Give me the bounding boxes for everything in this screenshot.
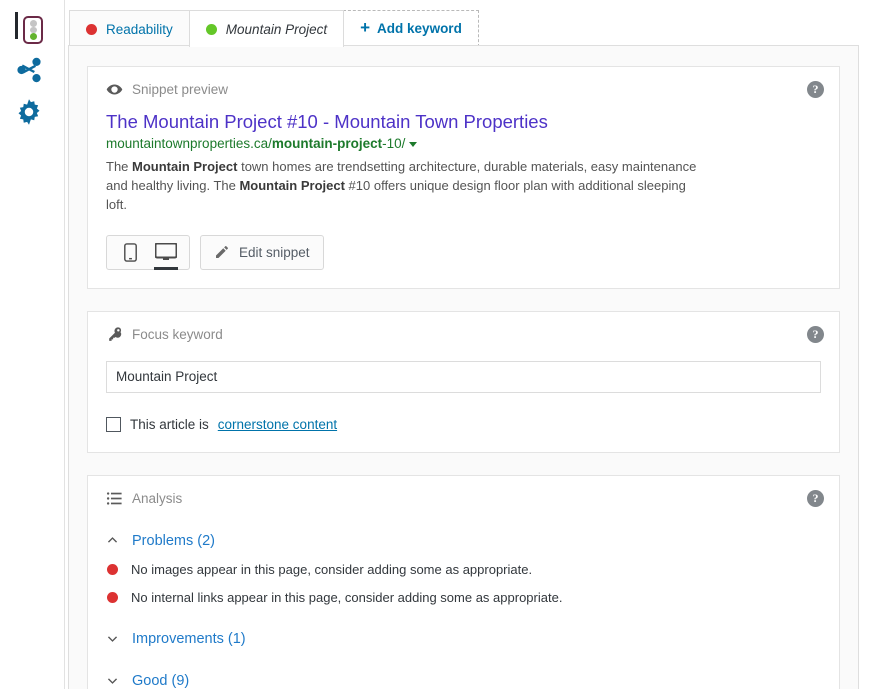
- analysis-section-good[interactable]: Good (9): [106, 673, 821, 689]
- edit-snippet-label: Edit snippet: [239, 244, 310, 260]
- keyword-score-dot: [205, 23, 217, 35]
- tab-add-keyword[interactable]: + Add keyword: [343, 10, 479, 47]
- snippet-actions: Edit snippet: [106, 234, 821, 270]
- snippet-url-suffix: -10/: [382, 136, 406, 152]
- cornerstone-content-link[interactable]: cornerstone content: [218, 417, 337, 432]
- plus-icon: +: [360, 18, 371, 37]
- eye-icon: [106, 81, 123, 98]
- cornerstone-row: This article is cornerstone content: [106, 416, 821, 432]
- tab-mountain-project[interactable]: Mountain Project: [188, 10, 345, 47]
- analysis-issue: No images appear in this page, consider …: [106, 562, 821, 577]
- chevron-up-icon: [106, 534, 119, 547]
- traffic-light-dot-middle: [29, 26, 37, 34]
- share-icon[interactable]: [14, 55, 44, 90]
- list-icon: [106, 490, 123, 507]
- snippet-title[interactable]: The Mountain Project #10 - Mountain Town…: [106, 110, 821, 133]
- desktop-icon[interactable]: [150, 239, 182, 270]
- device-toggle-group: [106, 234, 190, 270]
- edit-snippet-button[interactable]: Edit snippet: [200, 234, 324, 270]
- analysis-help-icon[interactable]: ?: [807, 489, 824, 507]
- snippet-help-icon[interactable]: ?: [807, 81, 824, 98]
- traffic-light-dot-bottom: [29, 33, 37, 41]
- snippet-preview-header: Snippet preview: [106, 81, 821, 98]
- metabox-content: ? Snippet preview The Mountain Project #…: [68, 45, 859, 689]
- focus-keyword-header: Focus keyword: [106, 326, 821, 343]
- focus-keyword-help-icon[interactable]: ?: [807, 325, 824, 343]
- chevron-down-icon: [106, 632, 119, 645]
- yoast-seo-metabox: Readability Mountain Project + Add keywo…: [0, 0, 883, 689]
- analysis-section-good-label: Good (9): [132, 672, 190, 689]
- snippet-url-domain: mountaintownproperties.ca/: [106, 136, 272, 152]
- snippet-url-slug: mountain-project: [271, 136, 383, 152]
- sidebar-item-seo-score[interactable]: [0, 9, 64, 51]
- focus-keyword-card: ? Focus keyword This article is cornerst…: [87, 310, 840, 453]
- gear-icon[interactable]: [14, 97, 44, 132]
- analysis-section-improvements-label: Improvements (1): [132, 630, 246, 647]
- pencil-icon: [214, 244, 230, 260]
- tab-readability-label: Readability: [106, 21, 173, 37]
- snippet-preview-card: ? Snippet preview The Mountain Project #…: [87, 66, 840, 289]
- chevron-down-icon: [106, 674, 119, 687]
- sidebar-icon-rail: [0, 0, 65, 689]
- analysis-issue: No internal links appear in this page, c…: [106, 590, 821, 605]
- analysis-header: Analysis: [106, 490, 821, 507]
- focus-keyword-input[interactable]: [106, 360, 821, 393]
- analysis-section-problems[interactable]: Problems (2): [106, 533, 821, 549]
- chevron-down-icon[interactable]: [409, 142, 418, 148]
- keyword-tabs: Readability Mountain Project + Add keywo…: [65, 0, 883, 47]
- seo-score-traffic-light-icon[interactable]: [23, 16, 43, 44]
- issue-severity-dot: [107, 563, 118, 575]
- active-indicator-bar: [15, 12, 18, 39]
- readability-score-dot: [86, 23, 97, 35]
- cornerstone-checkbox[interactable]: [106, 416, 121, 432]
- desc-keyword-2: Mountain Project: [239, 178, 345, 194]
- analysis-issue-text: No internal links appear in this page, c…: [131, 589, 563, 605]
- analysis-title: Analysis: [132, 490, 183, 506]
- key-icon: [106, 326, 123, 343]
- snippet-preview-title: Snippet preview: [132, 82, 229, 97]
- snippet-url[interactable]: mountaintownproperties.ca/mountain-proje…: [106, 135, 821, 154]
- mobile-icon[interactable]: [114, 239, 146, 266]
- snippet-description[interactable]: The Mountain Project town homes are tren…: [106, 157, 706, 215]
- main-column: Readability Mountain Project + Add keywo…: [65, 0, 883, 689]
- desc-keyword-1: Mountain Project: [132, 159, 238, 175]
- cornerstone-label: This article is: [130, 416, 209, 432]
- analysis-section-problems-label: Problems (2): [132, 532, 215, 549]
- desc-part-1: The: [106, 159, 133, 175]
- focus-keyword-title: Focus keyword: [132, 326, 223, 342]
- analysis-issue-text: No images appear in this page, consider …: [131, 561, 533, 577]
- tab-readability[interactable]: Readability: [69, 10, 190, 47]
- sidebar-item-settings[interactable]: [0, 93, 64, 135]
- tab-add-keyword-label: Add keyword: [377, 21, 462, 36]
- issue-severity-dot: [107, 591, 118, 603]
- traffic-light-dot-top: [29, 20, 37, 27]
- tab-mountain-project-label: Mountain Project: [225, 21, 328, 37]
- analysis-card: ? Analysis Problems (2) No images appear…: [87, 474, 840, 689]
- analysis-section-improvements[interactable]: Improvements (1): [106, 631, 821, 647]
- sidebar-item-social[interactable]: [0, 51, 64, 93]
